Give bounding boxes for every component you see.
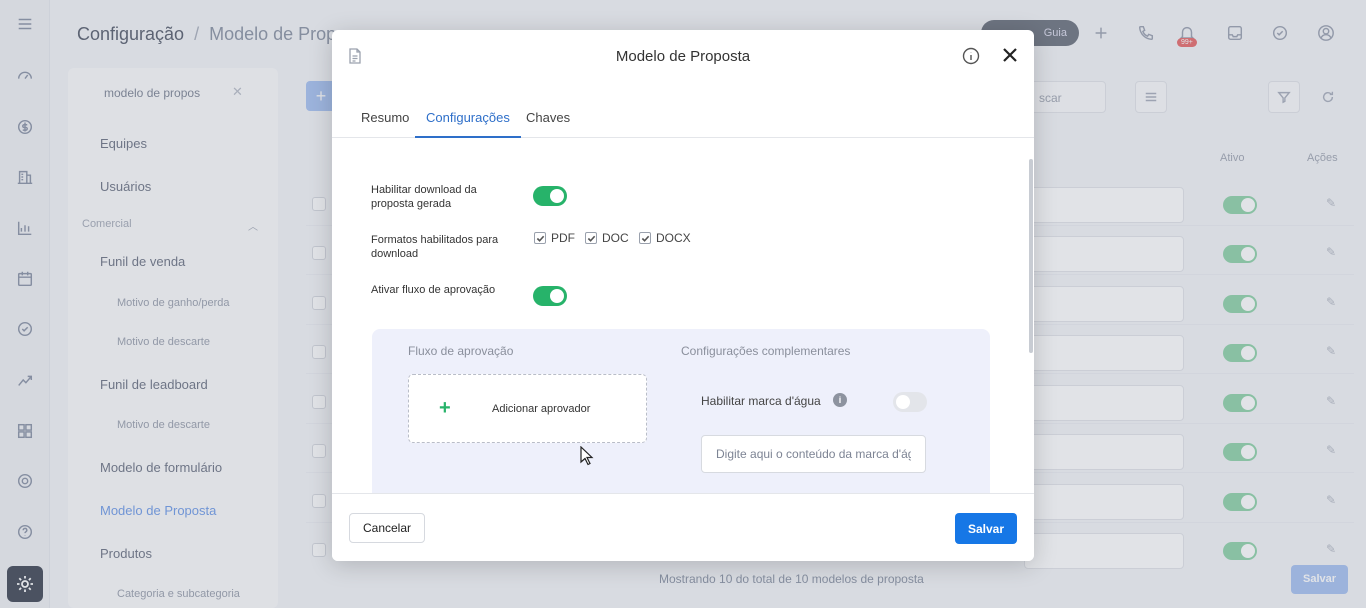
format-pdf-checkbox[interactable]: PDF: [534, 231, 575, 245]
mouse-cursor-icon: [580, 446, 594, 466]
proposal-model-dialog: Modelo de Proposta Resumo Configurações …: [332, 30, 1034, 561]
dialog-tabs: Resumo Configurações Chaves: [332, 100, 1034, 138]
format-doc-checkbox[interactable]: DOC: [585, 231, 629, 245]
tab-configuracoes[interactable]: Configurações: [415, 110, 521, 138]
format-docx-label: DOCX: [656, 231, 691, 245]
dialog-scrollbar[interactable]: [1029, 159, 1033, 353]
save-button[interactable]: Salvar: [955, 513, 1017, 544]
download-enable-label: Habilitar download da proposta gerada: [371, 184, 477, 210]
info-icon[interactable]: [962, 47, 980, 65]
approval-settings-panel: Fluxo de aprovação Configurações complem…: [372, 329, 990, 493]
approval-flow-heading: Fluxo de aprovação: [408, 344, 514, 358]
dialog-title: Modelo de Proposta: [615, 48, 751, 65]
download-enable-toggle[interactable]: [533, 186, 567, 206]
add-approver-button[interactable]: + Adicionar aprovador: [408, 374, 647, 443]
checkbox-checked-icon[interactable]: [534, 232, 546, 244]
checkbox-checked-icon[interactable]: [585, 232, 597, 244]
watermark-toggle[interactable]: [893, 392, 927, 412]
watermark-content-input[interactable]: [701, 435, 926, 473]
close-icon[interactable]: [1001, 46, 1019, 64]
dialog-footer: Cancelar Salvar: [332, 493, 1034, 561]
plus-icon: +: [439, 397, 451, 419]
cancel-button[interactable]: Cancelar: [349, 513, 425, 543]
approval-flow-label: Ativar fluxo de aprovação: [371, 284, 496, 296]
checkbox-checked-icon[interactable]: [639, 232, 651, 244]
approval-flow-toggle[interactable]: [533, 286, 567, 306]
add-approver-label: Adicionar aprovador: [492, 403, 591, 415]
complementary-settings-heading: Configurações complementares: [681, 344, 851, 358]
tab-chaves[interactable]: Chaves: [526, 110, 570, 138]
info-icon[interactable]: i: [833, 393, 847, 407]
dialog-body: Habilitar download da proposta gerada Fo…: [332, 139, 1034, 493]
format-pdf-label: PDF: [551, 231, 575, 245]
format-doc-label: DOC: [602, 231, 629, 245]
format-docx-checkbox[interactable]: DOCX: [639, 231, 691, 245]
tab-resumo[interactable]: Resumo: [361, 110, 409, 138]
formats-label: Formatos habilitados para download: [371, 234, 499, 260]
watermark-label: Habilitar marca d'água: [701, 394, 821, 408]
